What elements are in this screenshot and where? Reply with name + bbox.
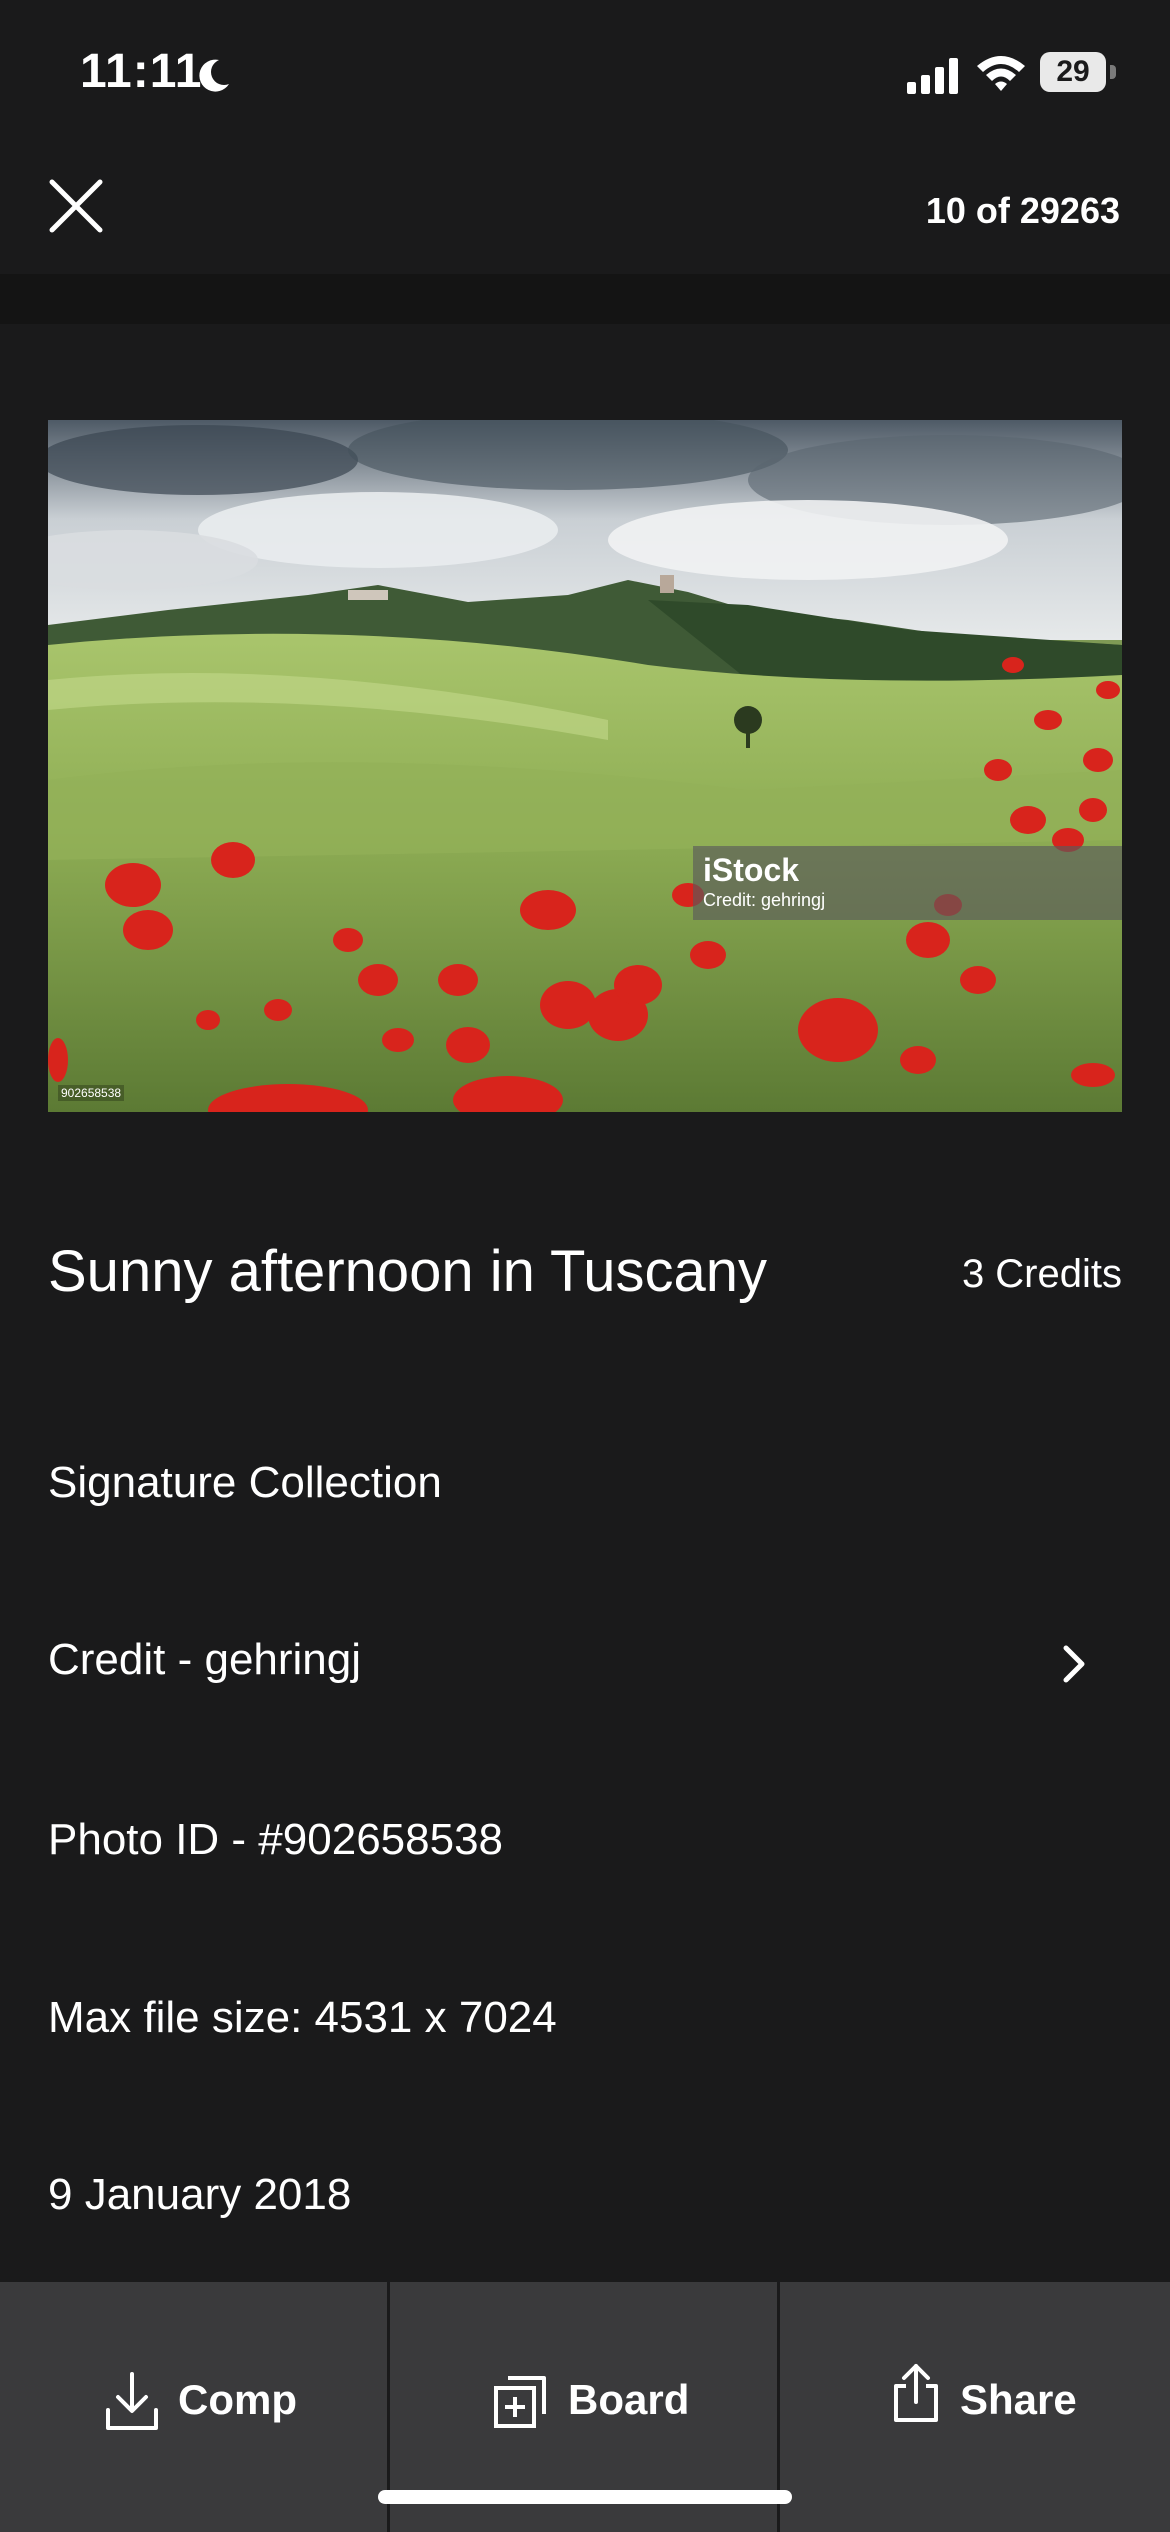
collection-label: Signature Collection	[48, 1458, 442, 1507]
stock-photo[interactable]: iStock Credit: gehringj 902658538	[48, 420, 1122, 1112]
battery-level: 29	[1040, 52, 1106, 92]
comp-button[interactable]: Comp	[0, 2282, 388, 2532]
battery-tip	[1110, 65, 1116, 79]
header-divider	[0, 274, 1170, 324]
status-bar: 11:11 29	[0, 0, 1170, 140]
board-add-icon	[494, 2376, 546, 2428]
photo-id-stamp: 902658538	[58, 1085, 125, 1101]
comp-label: Comp	[178, 2376, 297, 2423]
max-file-size-label: Max file size: 4531 x 7024	[48, 1993, 557, 2042]
share-label: Share	[960, 2376, 1077, 2423]
date-label: 9 January 2018	[48, 2170, 352, 2219]
battery-icon: 29	[1040, 52, 1116, 92]
photo-title: Sunny afternoon in Tuscany	[48, 1239, 768, 1304]
signal-icon	[907, 58, 958, 94]
chevron-right-icon[interactable]	[1056, 1642, 1092, 1686]
home-indicator	[378, 2490, 792, 2504]
istock-watermark: iStock Credit: gehringj	[693, 846, 1122, 920]
download-icon	[106, 2372, 158, 2430]
board-label: Board	[568, 2376, 690, 2423]
status-time: 11:11	[80, 45, 203, 98]
credit-label[interactable]: Credit - gehringj	[48, 1635, 361, 1685]
share-button[interactable]: Share	[780, 2282, 1168, 2532]
close-icon[interactable]	[48, 178, 104, 234]
credits-price: 3 Credits	[961, 1252, 1122, 1296]
photo-landscape	[48, 420, 1122, 1112]
share-icon	[894, 2364, 938, 2422]
image-counter: 10 of 29263	[925, 190, 1120, 231]
photo-id-label: Photo ID - #902658538	[48, 1815, 504, 1864]
watermark-brand: iStock	[703, 852, 800, 888]
watermark-credit: Credit: gehringj	[703, 890, 826, 910]
moon-icon	[199, 59, 229, 92]
wifi-icon	[977, 56, 1025, 91]
